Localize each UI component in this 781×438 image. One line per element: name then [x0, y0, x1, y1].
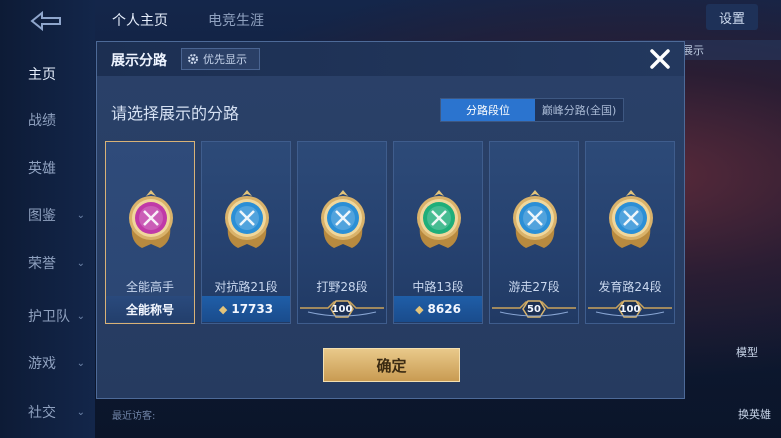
sidebar-item[interactable]: 社交 ⌄ [0, 392, 95, 432]
chevron-down-icon: ⌄ [76, 406, 85, 418]
chevron-down-icon: ⌄ [76, 209, 85, 221]
points-icon: ◆ [218, 302, 228, 316]
lane-card-name: 全能高手 [125, 280, 174, 294]
jungle-badge-icon [321, 190, 365, 248]
lane-card-stat-value: 17733 [231, 302, 274, 316]
sidebar-item-label: 荣誉 [28, 256, 56, 272]
settings-button[interactable]: 设置 [706, 4, 758, 30]
lane-card[interactable]: 全能高手 全能称号 [105, 141, 195, 324]
dialog-subtitle: 请选择展示的分路 [111, 104, 240, 123]
close-icon[interactable] [645, 44, 675, 74]
lane-card-stat-value: 8626 [427, 302, 461, 316]
roam-badge-icon [513, 190, 557, 248]
dialog-title: 展示分路 [111, 53, 167, 69]
lane-mode-toggle: 分路段位 巅峰分路(全国) [440, 98, 624, 122]
chevron-down-icon: ⌄ [76, 357, 85, 369]
lane-card-stat: 全能称号 [106, 296, 194, 322]
back-arrow-icon[interactable] [26, 9, 66, 33]
lane-card-stat-value: 全能称号 [125, 302, 174, 317]
sidebar-item-label: 战绩 [28, 113, 56, 129]
lane-card-stat-value: 100 [331, 303, 353, 315]
priority-label: 优先显示 [203, 53, 247, 66]
lane-card-name: 发育路24段 [598, 280, 662, 294]
model-button[interactable]: 模型 [736, 344, 758, 360]
sidebar-item-label: 护卫队 [28, 309, 70, 325]
dialog-header: 展示分路 优先显示 [97, 42, 684, 76]
lane-card[interactable]: 发育路24段 100 [585, 141, 675, 324]
farm-lane-badge-icon [609, 190, 653, 248]
lane-card-stat-value: 50 [527, 303, 541, 315]
lane-card-name: 打野28段 [316, 280, 368, 294]
lane-card-name: 游走27段 [508, 280, 560, 294]
sidebar-item-label: 社交 [28, 405, 56, 421]
lane-card-name: 中路13段 [412, 280, 464, 294]
lane-card-stat: ◆ 17733 [202, 296, 290, 322]
confirm-button[interactable]: 确定 [323, 348, 460, 382]
display-lane-dialog: 展示分路 优先显示 请选择展示的分路 分路段位 巅峰分路(全国) 全能高手全能称… [96, 41, 685, 399]
lane-card-stat: ◆ 8626 [394, 296, 482, 322]
tab-peak-lane[interactable]: 巅峰分路(全国) [535, 99, 623, 121]
sidebar-item-label: 图鉴 [28, 208, 56, 224]
sidebar-item[interactable]: 游戏 ⌄ [0, 343, 95, 383]
lane-card[interactable]: 对抗路21段 ◆ 17733 [201, 141, 291, 324]
sidebar-item-label: 游戏 [28, 356, 56, 372]
tab-lane-rank[interactable]: 分路段位 [441, 99, 535, 121]
sidebar-item-label: 英雄 [28, 161, 56, 177]
chevron-down-icon: ⌄ [76, 310, 85, 322]
lane-card-stat: 100 [298, 296, 386, 322]
lane-card[interactable]: 游走27段 50 [489, 141, 579, 324]
lane-card-stat-value: 100 [619, 303, 641, 315]
sidebar-item[interactable]: 英雄 [0, 148, 95, 188]
lane-card-name: 对抗路21段 [214, 280, 278, 294]
recent-visitors-label: 最近访客: [112, 411, 156, 422]
gear-icon [188, 54, 198, 64]
sidebar-item[interactable]: 主页 [0, 54, 95, 94]
lane-card[interactable]: 打野28段 100 [297, 141, 387, 324]
chevron-down-icon: ⌄ [76, 257, 85, 269]
sidebar-item[interactable]: 图鉴 ⌄ [0, 195, 95, 235]
mid-lane-badge-icon [417, 190, 461, 248]
points-icon: ◆ [415, 302, 424, 316]
lane-card-stat: 100 [586, 296, 674, 322]
lane-card[interactable]: 中路13段 ◆ 8626 [393, 141, 483, 324]
sidebar-item[interactable]: 战绩 [0, 100, 95, 140]
sidebar-item-label: 主页 [28, 67, 56, 83]
tab-esports[interactable]: 电竞生涯 [208, 10, 264, 30]
priority-display-button[interactable]: 优先显示 [181, 48, 260, 70]
tab-profile[interactable]: 个人主页 [112, 10, 168, 30]
sidebar-item[interactable]: 护卫队 ⌄ [0, 296, 95, 336]
sidebar-item[interactable]: 荣誉 ⌄ [0, 243, 95, 283]
lane-card-stat: 50 [490, 296, 578, 322]
all-round-badge-icon [129, 190, 173, 248]
clash-lane-badge-icon [225, 190, 269, 248]
sidebar: 主页战绩英雄图鉴 ⌄ 荣誉 ⌄ 护卫队 ⌄ 游戏 ⌄ 社交 ⌄ [0, 0, 95, 438]
swap-hero-button[interactable]: 换英雄 [738, 406, 771, 422]
